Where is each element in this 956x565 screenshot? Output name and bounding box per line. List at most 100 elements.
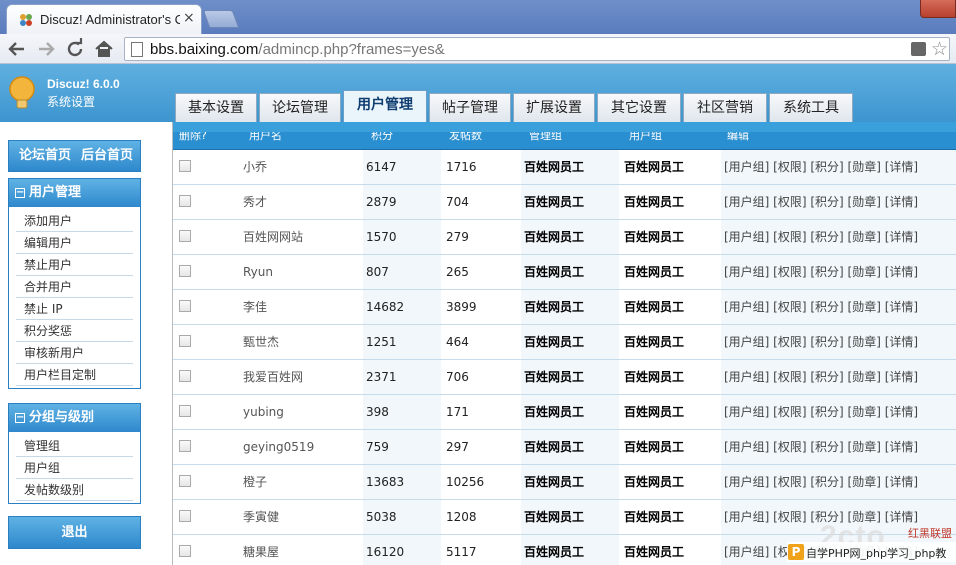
logout-button[interactable]: 退出 — [8, 516, 141, 549]
username: 我爱百姓网 — [243, 370, 304, 384]
edit-links[interactable]: [用户组] [权限] [积分] [勋章] [详情] — [721, 255, 956, 289]
sidebar-item-credit-rewards[interactable]: 积分奖惩 — [16, 320, 133, 342]
tab-community-marketing[interactable]: 社区营销 — [683, 93, 767, 122]
admin-home-link[interactable]: 后台首页 — [81, 141, 133, 171]
edit-links[interactable]: [用户组] [权限] [积分] [勋章] [详情] — [721, 465, 956, 499]
sidebar-item-post-levels[interactable]: 发帖数级别 — [16, 479, 133, 501]
forward-arrow-icon[interactable] — [34, 37, 58, 61]
edit-links[interactable]: [用户组] [权限] [积分] [勋章] [详情] — [721, 325, 956, 359]
post-count: 171 — [446, 405, 469, 419]
user-group: 百姓网员工 — [624, 335, 685, 349]
credits: 16120 — [363, 535, 441, 565]
delete-checkbox[interactable] — [179, 545, 191, 557]
bookmark-star-icon[interactable]: ☆ — [931, 38, 948, 60]
delete-checkbox[interactable] — [179, 300, 191, 312]
delete-checkbox[interactable] — [179, 475, 191, 487]
address-bar[interactable]: bbs.baixing.com/admincp.php?frames=yes& … — [124, 37, 950, 61]
delete-checkbox[interactable] — [179, 370, 191, 382]
delete-checkbox[interactable] — [179, 160, 191, 172]
delete-checkbox[interactable] — [179, 405, 191, 417]
tab-forum-management[interactable]: 论坛管理 — [259, 93, 341, 122]
user-management-menu-header[interactable]: − 用户管理 — [9, 179, 140, 207]
delete-checkbox[interactable] — [179, 440, 191, 452]
user-group: 百姓网员工 — [624, 230, 685, 244]
extension-icon[interactable] — [911, 42, 926, 56]
collapse-icon[interactable]: − — [15, 188, 25, 198]
browser-toolbar: bbs.baixing.com/admincp.php?frames=yes& … — [0, 34, 956, 64]
table-header: 删除? 用户名 积分 发帖数 管理组 用户组 编辑 — [173, 122, 956, 150]
watermark-label: 红黑联盟 — [908, 527, 952, 540]
credits: 398 — [363, 395, 441, 429]
post-count: 464 — [446, 335, 469, 349]
forum-home-link[interactable]: 论坛首页 — [19, 141, 71, 171]
tab-post-management[interactable]: 帖子管理 — [429, 93, 511, 122]
post-count: 297 — [446, 440, 469, 454]
sidebar-item-profile-fields[interactable]: 用户栏目定制 — [16, 364, 133, 386]
discuz-favicon-icon — [20, 14, 32, 26]
admin-group: 百姓网员工 — [521, 220, 619, 254]
post-count: 704 — [446, 195, 469, 209]
back-arrow-icon[interactable] — [5, 37, 29, 61]
admin-group: 百姓网员工 — [521, 465, 619, 499]
header-scroll-cut — [173, 122, 956, 132]
sidebar-item-moderate-new-users[interactable]: 审核新用户 — [16, 342, 133, 364]
groups-levels-menu-header[interactable]: − 分组与级别 — [9, 404, 140, 432]
table-row: Ryun 807 265 百姓网员工 百姓网员工 [用户组] [权限] [积分] [勋章]… — [173, 255, 956, 290]
admin-group: 百姓网员工 — [521, 150, 619, 184]
edit-links[interactable]: [用户组] [权限] [积分] [勋章] [详情] — [721, 150, 956, 184]
username: 季寅健 — [243, 510, 280, 524]
close-tab-icon[interactable]: × — [183, 10, 195, 26]
delete-checkbox[interactable] — [179, 335, 191, 347]
edit-links[interactable]: [用户组] [权限] [积分] [勋章] [详情] — [721, 220, 956, 254]
watermark-bar: P 自学PHP网_php学习_php教 — [787, 542, 956, 562]
user-list-panel: 删除? 用户名 积分 发帖数 管理组 用户组 编辑 小乔 6147 1716 百姓网员… — [172, 122, 956, 565]
new-tab-button[interactable] — [202, 10, 240, 28]
table-row: yubing 398 171 百姓网员工 百姓网员工 [用户组] [权限] [积分] [勋… — [173, 395, 956, 430]
edit-links[interactable]: [用户组] [权限] [积分] [勋章] [详情] — [721, 360, 956, 394]
edit-links[interactable]: [用户组] [权限] [积分] [勋章] [详情] — [721, 185, 956, 219]
delete-checkbox[interactable] — [179, 510, 191, 522]
user-group: 百姓网员工 — [624, 160, 685, 174]
delete-checkbox[interactable] — [179, 195, 191, 207]
username: geying0519 — [243, 440, 315, 454]
sidebar-item-merge-user[interactable]: 合并用户 — [16, 276, 133, 298]
sidebar-item-ban-user[interactable]: 禁止用户 — [16, 254, 133, 276]
browser-tab[interactable]: Discuz! Administrator's Co × — [6, 4, 202, 34]
admin-group: 百姓网员工 — [521, 360, 619, 394]
sidebar-item-user-groups[interactable]: 用户组 — [16, 457, 133, 479]
user-group: 百姓网员工 — [624, 440, 685, 454]
sidebar-item-add-user[interactable]: 添加用户 — [16, 210, 133, 232]
window-close-button[interactable] — [920, 0, 956, 18]
sidebar-item-ban-ip[interactable]: 禁止 IP — [16, 298, 133, 320]
tab-user-management[interactable]: 用户管理 — [343, 90, 427, 122]
sidebar-item-edit-user[interactable]: 编辑用户 — [16, 232, 133, 254]
tab-other-settings[interactable]: 其它设置 — [597, 93, 681, 122]
tab-extension-settings[interactable]: 扩展设置 — [513, 93, 595, 122]
credits: 14682 — [363, 290, 441, 324]
admin-header: Discuz! 6.0.0 系统设置 基本设置 论坛管理 用户管理 帖子管理 扩… — [0, 64, 956, 122]
delete-checkbox[interactable] — [179, 265, 191, 277]
watermark-text: 自学PHP网_php学习_php教 — [806, 547, 947, 560]
post-count: 10256 — [446, 475, 485, 489]
reload-icon[interactable] — [63, 37, 87, 61]
credits: 5038 — [363, 500, 441, 534]
tab-system-tools[interactable]: 系统工具 — [769, 93, 853, 122]
table-row: geying0519 759 297 百姓网员工 百姓网员工 [用户组] [权限] [积分… — [173, 430, 956, 465]
admin-group: 百姓网员工 — [521, 255, 619, 289]
delete-checkbox[interactable] — [179, 230, 191, 242]
edit-links[interactable]: [用户组] [权限] [积分] [勋章] [详情] — [721, 430, 956, 464]
browser-tab-title: Discuz! Administrator's Co — [40, 12, 180, 27]
collapse-icon[interactable]: − — [15, 413, 25, 423]
sidebar-item-admin-groups[interactable]: 管理组 — [16, 435, 133, 457]
user-group: 百姓网员工 — [624, 510, 685, 524]
user-group: 百姓网员工 — [624, 370, 685, 384]
home-icon[interactable] — [92, 37, 116, 61]
post-count: 5117 — [446, 545, 477, 559]
edit-links[interactable]: [用户组] [权限] [积分] [勋章] [详情] — [721, 290, 956, 324]
edit-links[interactable]: [用户组] [权限] [积分] [勋章] [详情] — [721, 395, 956, 429]
admin-group: 百姓网员工 — [521, 535, 619, 565]
table-row: 橙子 13683 10256 百姓网员工 百姓网员工 [用户组] [权限] [积分] [勋… — [173, 465, 956, 500]
table-row: 秀才 2879 704 百姓网员工 百姓网员工 [用户组] [权限] [积分] [勋章] … — [173, 185, 956, 220]
tab-basic-settings[interactable]: 基本设置 — [175, 93, 257, 122]
user-group: 百姓网员工 — [624, 405, 685, 419]
